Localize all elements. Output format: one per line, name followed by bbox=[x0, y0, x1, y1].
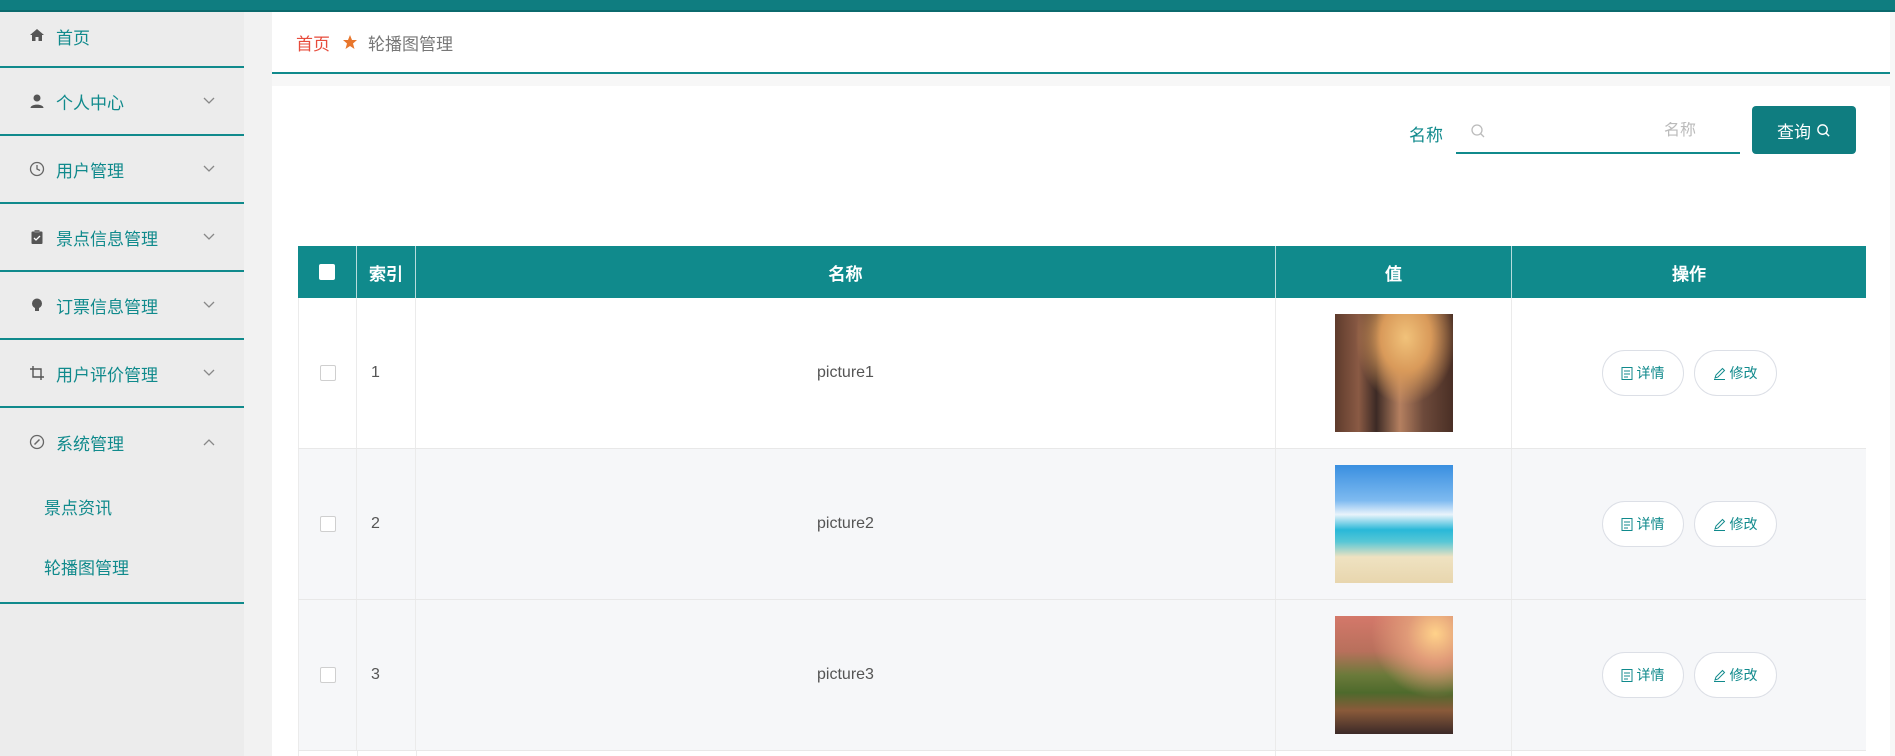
sidebar-item-label: 用户评价管理 bbox=[56, 365, 158, 385]
edit-button-label: 修改 bbox=[1729, 365, 1758, 381]
row-thumbnail-image[interactable] bbox=[1334, 465, 1453, 583]
clock-icon bbox=[26, 158, 48, 180]
select-all-checkbox[interactable] bbox=[319, 264, 335, 280]
search-icon bbox=[1470, 123, 1486, 139]
chevron-up-icon bbox=[200, 433, 218, 451]
search-input[interactable] bbox=[1486, 122, 1706, 140]
clipboard-icon bbox=[26, 226, 48, 248]
sidebar: 首页 个人中心 用户管理 景点信息管理 订票信息管理 用户评价管理 系统管理 景… bbox=[0, 12, 244, 756]
row-thumbnail-image[interactable] bbox=[1334, 616, 1453, 734]
edit-button[interactable]: 修改 bbox=[1693, 652, 1777, 698]
system-submenu: 景点资讯 轮播图管理 bbox=[0, 476, 244, 604]
table-header: 索引 名称 值 操作 bbox=[298, 246, 1866, 298]
row-checkbox-cell bbox=[298, 600, 357, 750]
row-index: 2 bbox=[357, 449, 416, 599]
search-icon bbox=[1816, 123, 1831, 138]
star-icon bbox=[342, 34, 358, 50]
carousel-table: 索引 名称 值 操作 1 picture1 详情 修改 2 picture2 详… bbox=[298, 246, 1866, 756]
row-value-cell bbox=[1276, 298, 1512, 448]
edit-button[interactable]: 修改 bbox=[1693, 501, 1777, 547]
query-button[interactable]: 查询 bbox=[1752, 106, 1856, 154]
sidebar-item-ticket-info[interactable]: 订票信息管理 bbox=[0, 272, 244, 340]
row-name: picture3 bbox=[416, 600, 1276, 750]
sidebar-item-home[interactable]: 首页 bbox=[0, 12, 244, 68]
row-checkbox-cell bbox=[298, 449, 357, 599]
edit-icon bbox=[1713, 518, 1726, 531]
chevron-down-icon bbox=[200, 92, 218, 110]
chevron-down-icon bbox=[200, 160, 218, 178]
sidebar-subitem-carousel[interactable]: 轮播图管理 bbox=[0, 536, 244, 596]
sidebar-item-label: 景点信息管理 bbox=[56, 229, 158, 249]
sidebar-item-label: 用户管理 bbox=[56, 161, 124, 181]
header-name: 名称 bbox=[416, 246, 1276, 298]
chevron-down-icon bbox=[200, 228, 218, 246]
table-row: 3 picture3 详情 修改 bbox=[298, 600, 1866, 751]
search-box bbox=[1456, 110, 1740, 154]
row-value-cell bbox=[1276, 449, 1512, 599]
header-value: 值 bbox=[1276, 246, 1512, 298]
top-bar bbox=[0, 0, 1895, 12]
sidebar-item-user-management[interactable]: 用户管理 bbox=[0, 136, 244, 204]
header-index: 索引 bbox=[357, 246, 416, 298]
row-ops-cell: 详情 修改 bbox=[1512, 449, 1866, 599]
sidebar-item-user-reviews[interactable]: 用户评价管理 bbox=[0, 340, 244, 408]
sidebar-item-personal-center[interactable]: 个人中心 bbox=[0, 68, 244, 136]
row-name: picture2 bbox=[416, 449, 1276, 599]
row-value-cell bbox=[1276, 600, 1512, 750]
row-index: 3 bbox=[357, 600, 416, 750]
detail-button-label: 详情 bbox=[1636, 365, 1665, 381]
document-icon bbox=[1621, 366, 1633, 380]
document-icon bbox=[1621, 668, 1633, 682]
row-index: 1 bbox=[357, 298, 416, 448]
row-name: picture1 bbox=[416, 298, 1276, 448]
row-checkbox[interactable] bbox=[319, 516, 336, 532]
detail-button-label: 详情 bbox=[1636, 516, 1665, 532]
detail-button[interactable]: 详情 bbox=[1601, 652, 1684, 698]
document-icon bbox=[1621, 517, 1633, 531]
row-thumbnail-image[interactable] bbox=[1334, 314, 1453, 432]
row-ops-cell: 详情 修改 bbox=[1512, 600, 1866, 750]
query-button-label: 查询 bbox=[1777, 122, 1811, 142]
row-checkbox[interactable] bbox=[319, 365, 336, 381]
header-ops: 操作 bbox=[1672, 264, 1706, 284]
user-icon bbox=[26, 90, 48, 112]
row-ops-cell: 详情 修改 bbox=[1512, 298, 1866, 448]
sidebar-item-system[interactable]: 系统管理 bbox=[0, 408, 244, 476]
table-row: 1 picture1 详情 修改 bbox=[298, 298, 1866, 449]
detail-button[interactable]: 详情 bbox=[1601, 501, 1684, 547]
sidebar-item-label: 个人中心 bbox=[56, 93, 124, 113]
edit-button-label: 修改 bbox=[1729, 516, 1758, 532]
edit-button-label: 修改 bbox=[1729, 667, 1758, 683]
select-all-cell bbox=[298, 246, 357, 298]
breadcrumb: 首页 轮播图管理 bbox=[272, 12, 1890, 74]
edit-icon bbox=[1713, 669, 1726, 682]
detail-button-label: 详情 bbox=[1636, 667, 1665, 683]
row-checkbox[interactable] bbox=[319, 667, 336, 683]
row-checkbox-cell bbox=[298, 298, 357, 448]
main-content: 首页 轮播图管理 名称 查询 索引 名称 值 bbox=[272, 12, 1895, 756]
crop-icon bbox=[26, 362, 48, 384]
chevron-down-icon bbox=[200, 364, 218, 382]
search-label: 名称 bbox=[1409, 126, 1443, 145]
chevron-down-icon bbox=[200, 296, 218, 314]
sidebar-item-scenic-info[interactable]: 景点信息管理 bbox=[0, 204, 244, 272]
sidebar-subitem-scenic-news[interactable]: 景点资讯 bbox=[0, 476, 244, 536]
edit-icon bbox=[1713, 367, 1726, 380]
content-panel: 名称 查询 索引 名称 值 操作 bbox=[272, 86, 1890, 756]
detail-button[interactable]: 详情 bbox=[1601, 350, 1684, 396]
home-icon bbox=[26, 24, 48, 46]
table-row: 2 picture2 详情 修改 bbox=[298, 449, 1866, 600]
edit-button[interactable]: 修改 bbox=[1693, 350, 1777, 396]
breadcrumb-home-link[interactable]: 首页 bbox=[296, 30, 330, 55]
sidebar-item-label: 订票信息管理 bbox=[56, 297, 158, 317]
sidebar-item-label: 系统管理 bbox=[56, 434, 124, 454]
sidebar-item-label: 首页 bbox=[56, 29, 90, 48]
table-row-partial bbox=[298, 751, 1866, 756]
breadcrumb-current: 轮播图管理 bbox=[368, 34, 453, 54]
bulb-icon bbox=[26, 294, 48, 316]
compass-icon bbox=[26, 431, 48, 453]
